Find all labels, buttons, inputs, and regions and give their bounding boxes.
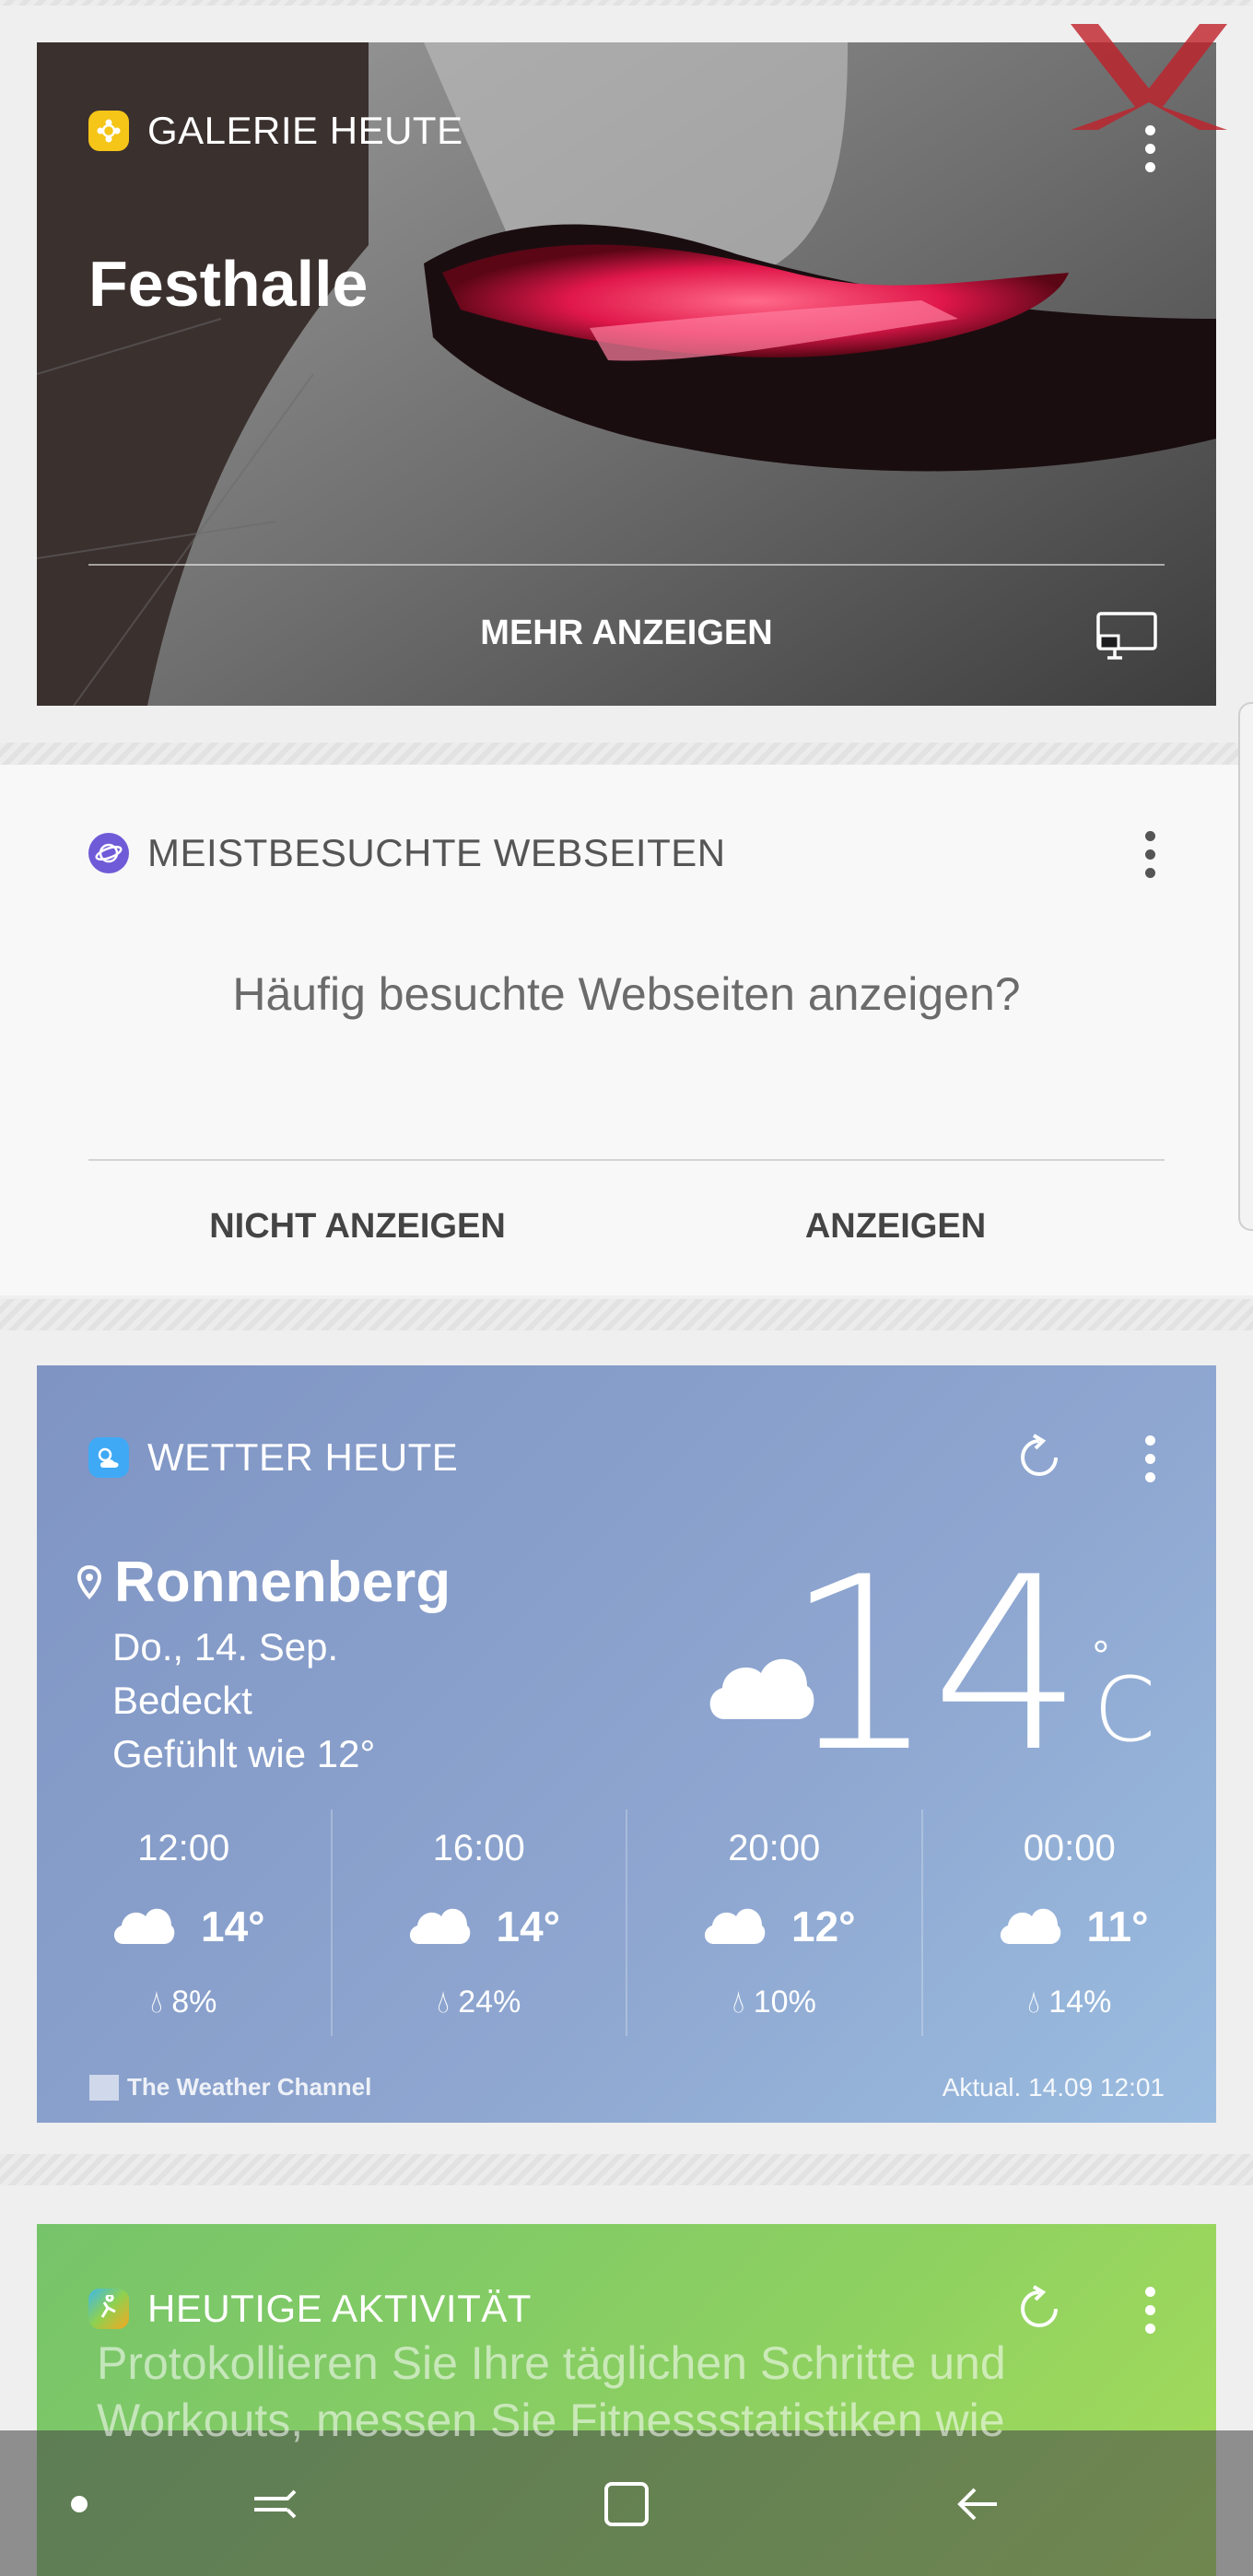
nav-dot-icon[interactable]	[42, 2467, 116, 2541]
home-button-icon[interactable]	[590, 2467, 663, 2541]
activity-refresh-icon[interactable]	[1012, 2281, 1067, 2341]
hour-precipitation: 💧︎ 24%	[437, 1985, 521, 2020]
hourly-item: 12:00 14° 💧︎ 8%	[37, 1809, 333, 2036]
hour-cloud-icon	[701, 1902, 766, 1950]
web-divider	[88, 1159, 1165, 1161]
dont-show-button[interactable]: NICHT ANZEIGEN	[127, 1207, 588, 1247]
cast-screen-icon[interactable]	[1095, 610, 1159, 666]
hourly-item: 00:00 11° 💧︎ 14%	[923, 1809, 1217, 2036]
current-temperature: 14	[784, 1527, 1083, 1805]
gallery-more-button[interactable]: MEHR ANZEIGEN	[37, 614, 1216, 653]
web-more-options-icon[interactable]	[1142, 831, 1157, 878]
weather-updated-time: Aktual. 14.09 12:01	[942, 2073, 1165, 2102]
hour-precipitation: 💧︎ 8%	[150, 1985, 217, 2020]
weather-header: WETTER HEUTE	[88, 1435, 458, 1480]
weather-refresh-icon[interactable]	[1012, 1430, 1067, 1490]
gallery-card[interactable]: GALERIE HEUTE Festhalle MEHR ANZEIGEN	[37, 42, 1216, 706]
hour-precipitation: 💧︎ 14%	[1027, 1985, 1112, 2020]
frequent-websites-card: MEISTBESUCHTE WEBSEITEN Häufig besuchte …	[0, 765, 1253, 1295]
web-question-text: Häufig besuchte Webseiten anzeigen?	[232, 968, 1021, 1020]
gallery-card-title: GALERIE HEUTE	[147, 109, 463, 152]
hour-temperature: 14°	[496, 1903, 561, 1950]
back-button-icon[interactable]	[940, 2467, 1013, 2541]
internet-browser-icon	[88, 833, 129, 873]
weather-app-icon	[88, 1437, 129, 1478]
navigation-bar	[0, 2430, 1253, 2576]
activity-more-options-icon[interactable]	[1142, 2287, 1157, 2334]
edge-panel-handle[interactable]	[1238, 702, 1253, 1231]
activity-header: HEUTIGE AKTIVITÄT	[88, 2287, 532, 2331]
hourly-forecast: 12:00 14° 💧︎ 8% 16:00 14° 💧︎ 24% 20:00 1…	[37, 1809, 1216, 2036]
health-app-icon	[88, 2289, 129, 2329]
separator-stripe	[0, 1299, 1253, 1330]
gallery-header: GALERIE HEUTE	[88, 109, 463, 153]
hour-temperature: 11°	[1086, 1903, 1149, 1950]
hour-temperature: 14°	[201, 1903, 265, 1950]
raindrop-icon: 💧︎	[1027, 1985, 1040, 2020]
activity-card-title: HEUTIGE AKTIVITÄT	[147, 2287, 532, 2330]
gallery-app-icon	[88, 111, 129, 151]
hour-precipitation: 💧︎ 10%	[732, 1985, 816, 2020]
temperature-unit: C	[1093, 1658, 1155, 1762]
separator-stripe	[0, 0, 1253, 6]
hour-cloud-icon	[111, 1902, 175, 1950]
weather-feels-like: Gefühlt wie 12°	[112, 1732, 376, 1775]
weather-card[interactable]: WETTER HEUTE Ronnenberg Do., 14. Sep. Be…	[37, 1365, 1216, 2123]
weather-date: Do., 14. Sep.	[112, 1625, 339, 1669]
hourly-item: 16:00 14° 💧︎ 24%	[333, 1809, 627, 2036]
weather-more-options-icon[interactable]	[1142, 1435, 1157, 1482]
hour-time: 00:00	[1023, 1828, 1116, 1868]
hour-time: 12:00	[137, 1828, 230, 1868]
separator-stripe	[0, 2154, 1253, 2185]
activity-description: Protokollieren Sie Ihre täglichen Schrit…	[97, 2337, 1006, 2446]
hour-time: 16:00	[432, 1828, 525, 1868]
hour-time: 20:00	[728, 1828, 821, 1868]
location-pin-icon	[77, 1564, 101, 1599]
gallery-divider	[88, 564, 1165, 566]
recent-apps-icon[interactable]	[238, 2467, 311, 2541]
hour-temperature: 12°	[791, 1903, 856, 1950]
web-header: MEISTBESUCHTE WEBSEITEN	[88, 831, 726, 875]
raindrop-icon: 💧︎	[437, 1985, 450, 2020]
hour-cloud-icon	[406, 1902, 471, 1950]
location-row[interactable]: Ronnenberg	[77, 1550, 451, 1615]
weather-provider: The Weather Channel	[88, 2073, 371, 2102]
gallery-album-title[interactable]: Festhalle	[88, 247, 368, 321]
weather-card-title: WETTER HEUTE	[147, 1435, 459, 1479]
raindrop-icon: 💧︎	[150, 1985, 163, 2020]
hourly-item: 20:00 12° 💧︎ 10%	[627, 1809, 923, 2036]
raindrop-icon: 💧︎	[732, 1985, 745, 2020]
watermark-logo	[1061, 15, 1236, 139]
weather-channel-logo-icon	[89, 2074, 119, 2101]
show-button[interactable]: ANZEIGEN	[665, 1207, 1126, 1247]
web-card-title: MEISTBESUCHTE WEBSEITEN	[147, 831, 726, 874]
hour-cloud-icon	[997, 1902, 1061, 1950]
location-name: Ronnenberg	[114, 1551, 451, 1614]
weather-condition: Bedeckt	[112, 1679, 252, 1722]
